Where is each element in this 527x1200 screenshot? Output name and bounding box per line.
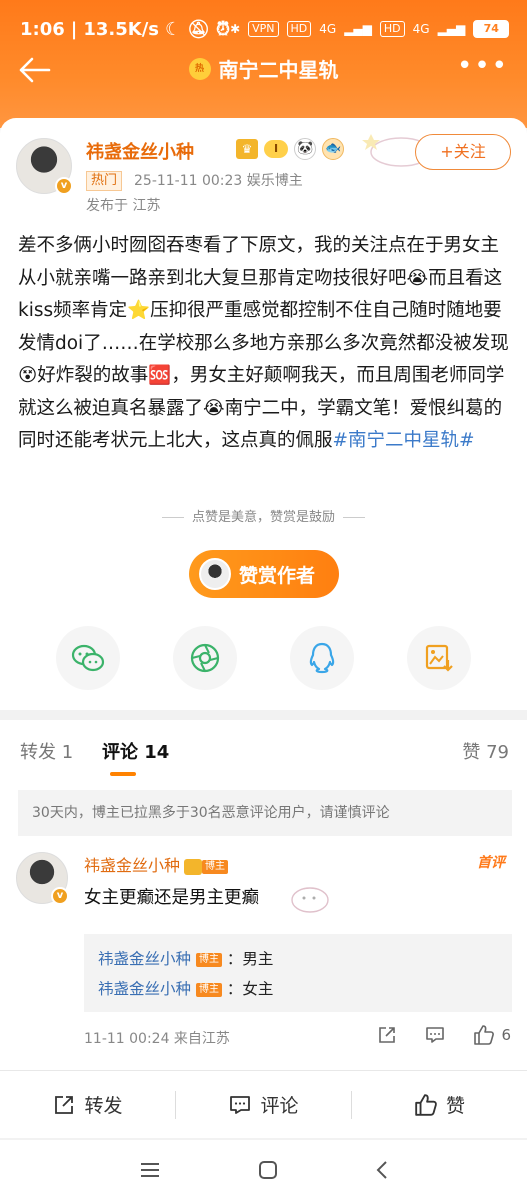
network-2: 4G — [412, 22, 430, 36]
share-row — [0, 626, 527, 690]
post-meta: 25-11-11 00:23 娱乐博主 — [134, 173, 303, 189]
first-comment-label: 首评 — [477, 855, 505, 871]
wechat-icon[interactable] — [56, 626, 121, 690]
qq-icon[interactable] — [289, 626, 354, 690]
comment-notice: 30天内，博主已拉黑多于30名恶意评论用户，请谨慎评论 — [18, 790, 512, 836]
share-icon[interactable] — [377, 1025, 397, 1045]
system-nav-bar — [0, 1140, 527, 1200]
reward-author-button[interactable]: 赞赏作者 — [189, 550, 339, 598]
like-button[interactable]: 赞 — [352, 1071, 527, 1138]
back-icon[interactable] — [375, 1160, 389, 1180]
host-badge: 博主 — [195, 982, 222, 997]
header: 1:06 | 13.5K/s ☾ 🔕︎ ⏰︎ ✱ VPN HD 4G ▂▄▆ H… — [0, 0, 527, 128]
thumbs-up-icon — [415, 1093, 437, 1116]
comment-button[interactable]: 评论 — [176, 1071, 351, 1138]
vpn-badge: VPN — [248, 21, 279, 37]
post-body-text: 差不多俩小时囫囵吞枣看了下原文，我的关注点在于男女主从小就亲嘴一路亲到北大复旦那… — [18, 235, 509, 451]
tab-bar: 转发 1 评论 14 赞 79 — [0, 720, 527, 780]
sticker-decoration-icon — [291, 887, 329, 913]
host-badge: 博主 — [195, 952, 222, 967]
status-speed: 13.5K/s — [83, 18, 160, 40]
verified-badge-icon: v — [55, 177, 73, 195]
tab-underline — [110, 772, 136, 776]
page-title-text: 南宁二中星轨 — [218, 58, 339, 82]
battery-icon: 74 — [473, 20, 510, 38]
author-name[interactable]: 祎盏金丝小种 — [86, 138, 194, 164]
reply-item[interactable]: 祎盏金丝小种 博主 ：男主 — [98, 944, 498, 974]
thumbs-up-icon — [474, 1025, 495, 1045]
fish-badge-icon[interactable]: 🐟 — [322, 138, 345, 160]
bluetooth-icon: ✱ — [230, 22, 241, 36]
reward-avatar — [199, 558, 231, 590]
post-hashtag[interactable]: #南宁二中星轨# — [333, 430, 475, 451]
page-title[interactable]: 热 南宁二中星轨 — [0, 54, 527, 83]
more-options-icon[interactable]: ••• — [457, 53, 509, 79]
mute-icon: 🔕︎ — [187, 18, 211, 40]
reward-label: 赞赏作者 — [239, 564, 316, 587]
signal-icon-2: ▂▄▆ — [437, 22, 466, 36]
signal-icon: ▂▄▆ — [344, 22, 372, 36]
comment-footer: 11-11 00:24 来自江苏 — [84, 1031, 230, 1047]
nav-bar: 热 南宁二中星轨 ••• — [0, 44, 527, 96]
comment-author[interactable]: 祎盏金丝小种 博主 — [84, 852, 229, 876]
avatar[interactable]: v — [16, 138, 73, 195]
moon-icon: ☾ — [165, 18, 182, 40]
panda-icon[interactable]: 🐼 — [294, 138, 317, 160]
post-body: 差不多俩小时囫囵吞枣看了下原文，我的关注点在于男女主从小就亲嘴一路亲到北大复旦那… — [18, 230, 512, 458]
network-1: 4G — [319, 22, 337, 36]
repost-button[interactable]: 转发 — [0, 1071, 175, 1138]
tab-repost[interactable]: 转发 1 — [20, 738, 73, 764]
topic-badge-icon: 热 — [188, 57, 211, 80]
crown-icon[interactable]: ♛ — [236, 139, 258, 159]
comment-like[interactable]: 6 — [473, 1024, 511, 1046]
comment-icon — [230, 1095, 251, 1114]
host-badge: 博主 — [202, 859, 229, 874]
comment-text[interactable]: 女主更癫还是男主更癫 — [84, 884, 259, 909]
comment-list: 30天内，博主已拉黑多于30名恶意评论用户，请谨慎评论 v 祎盏金丝小种 博主 首… — [0, 780, 527, 1070]
bottom-action-bar: 转发 评论 赞 — [0, 1070, 527, 1138]
hd-badge-2: HD — [379, 21, 405, 37]
home-icon[interactable] — [258, 1160, 278, 1180]
follow-button[interactable]: +关注 — [415, 134, 511, 170]
comment-like-count: 6 — [501, 1026, 511, 1044]
reward-note: 点赞是美意，赞赏是鼓励 — [0, 506, 527, 525]
tab-comment[interactable]: 评论 14 — [102, 738, 169, 764]
menu-icon[interactable] — [139, 1161, 161, 1179]
alarm-icon: ⏰︎ — [216, 18, 231, 40]
comment-avatar[interactable]: v — [16, 852, 69, 905]
post-location: 发布于 江苏 — [86, 198, 161, 214]
comment-actions: 6 — [377, 1024, 511, 1046]
reply-box[interactable]: 祎盏金丝小种 博主 ：男主 祎盏金丝小种 博主 ：女主 — [84, 934, 512, 1012]
moments-icon[interactable] — [173, 626, 238, 690]
tab-like[interactable]: 赞 79 — [462, 738, 509, 764]
hot-tag: 热门 — [86, 171, 123, 191]
status-time: 1:06 — [20, 18, 65, 40]
repost-icon — [55, 1095, 74, 1114]
verified-badge-icon: v — [51, 887, 69, 905]
crown-icon — [184, 858, 203, 875]
hd-badge-1: HD — [286, 21, 312, 37]
post-card: v 祎盏金丝小种 ♛ I 🐼 🐟 热门 25-11-11 00:23 娱乐博主 … — [0, 118, 527, 710]
level-badge[interactable]: I — [264, 140, 289, 158]
author-badges: ♛ I 🐼 🐟 — [236, 138, 345, 160]
comment-icon[interactable] — [425, 1025, 445, 1045]
reply-item[interactable]: 祎盏金丝小种 博主 ：女主 — [98, 974, 498, 1004]
save-image-icon[interactable] — [406, 626, 471, 690]
